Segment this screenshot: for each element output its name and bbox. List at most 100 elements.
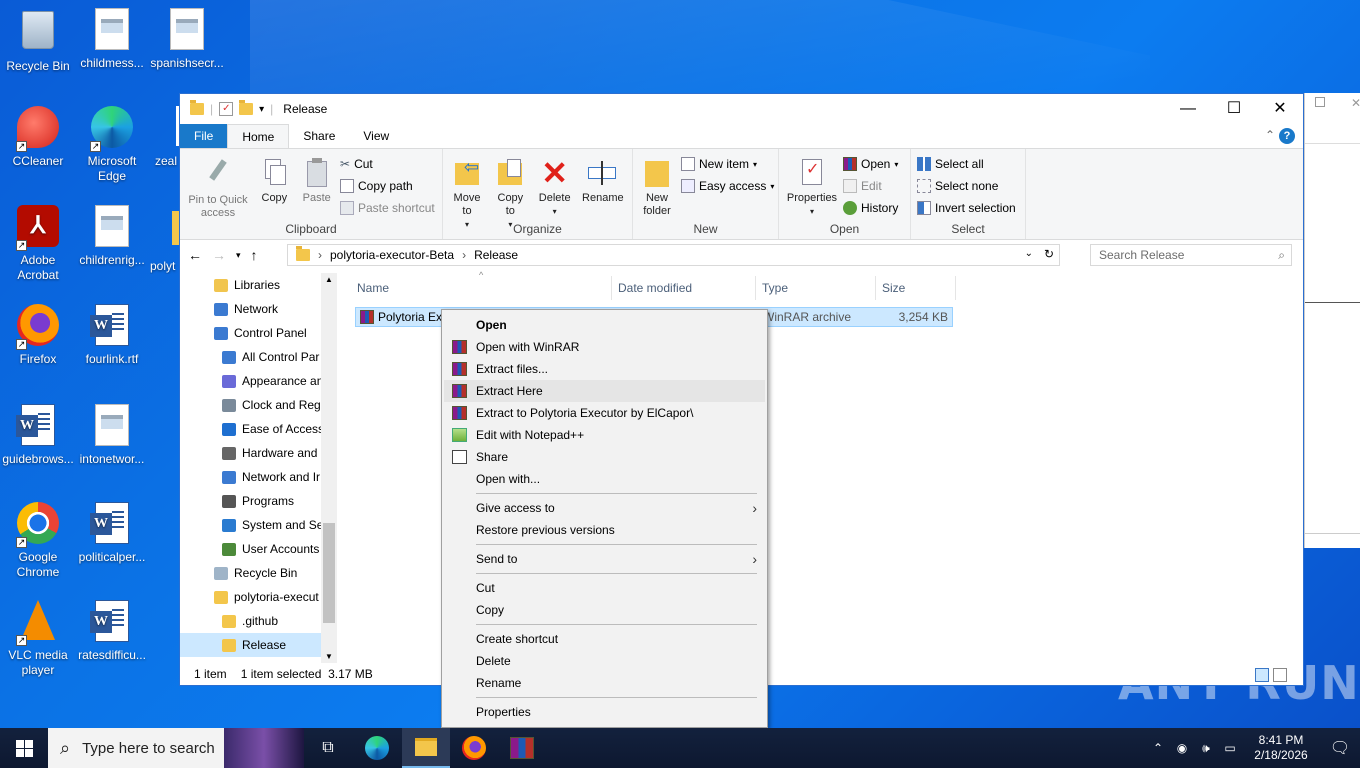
delete-button[interactable]: ✕ Delete ▾ — [534, 153, 576, 220]
tab-home[interactable]: Home — [227, 124, 290, 148]
desktop-icon-zeal[interactable]: zeal — [150, 106, 180, 169]
address-bar[interactable]: › polytoria-executor-Beta › Release ⌄ ↻ — [287, 244, 1060, 266]
nav-item[interactable]: All Control Par — [180, 345, 337, 369]
desktop-icon-recycle-bin[interactable]: Recycle Bin — [0, 8, 76, 74]
network-icon[interactable]: ▭ — [1218, 741, 1242, 755]
copy-to-button[interactable]: Copy to ▾ — [490, 153, 530, 233]
meet-now-icon[interactable]: ◉ — [1170, 741, 1194, 755]
nav-item[interactable]: Clock and Regi — [180, 393, 337, 417]
menu-item[interactable]: Copy — [442, 599, 767, 621]
easy-access-button[interactable]: Easy access ▾ — [681, 175, 777, 197]
menu-item[interactable]: Extract Here — [444, 380, 765, 402]
nav-item[interactable]: System and Sec — [180, 513, 337, 537]
new-folder-icon[interactable] — [239, 100, 254, 115]
desktop-icon-ratesdifficu[interactable]: W ratesdifficu... — [74, 600, 150, 663]
details-view-icon[interactable] — [1255, 668, 1269, 682]
back-icon[interactable]: ← — [188, 247, 202, 263]
properties-icon[interactable]: ✓ — [219, 102, 234, 116]
taskbar-firefox[interactable] — [450, 728, 498, 768]
minimize-button[interactable]: — — [1165, 94, 1211, 124]
tab-share[interactable]: Share — [289, 124, 349, 148]
breadcrumb-item[interactable]: polytoria-executor-Beta — [330, 248, 454, 262]
copy-button[interactable]: Copy — [255, 153, 293, 207]
history-button[interactable]: History — [843, 197, 911, 219]
taskbar-search-input[interactable]: ⌕ Type here to search — [48, 728, 304, 768]
desktop-icon-fourlink[interactable]: W fourlink.rtf — [74, 304, 150, 367]
desktop-icon-firefox[interactable]: ↗ Firefox — [0, 304, 76, 367]
nav-item[interactable]: Libraries — [180, 273, 337, 297]
clock[interactable]: 8:41 PM 2/18/2026 — [1242, 733, 1320, 763]
tab-file[interactable]: File — [180, 124, 228, 148]
copy-path-button[interactable]: Copy path — [340, 175, 442, 197]
tab-view[interactable]: View — [349, 124, 403, 148]
notifications-icon[interactable]: 🗨 — [1320, 738, 1360, 758]
nav-item[interactable]: .github — [180, 609, 337, 633]
menu-item[interactable]: Rename — [442, 672, 767, 694]
desktop-icon-ccleaner[interactable]: ↗ CCleaner — [0, 106, 76, 169]
forward-icon[interactable]: → — [212, 247, 226, 263]
invert-selection-button[interactable]: Invert selection — [917, 197, 1029, 219]
pin-to-quick-access-button[interactable]: Pin to Quick access — [184, 153, 252, 222]
desktop-icon-polyt[interactable]: polyt — [150, 205, 180, 274]
refresh-icon[interactable]: ↻ — [1044, 247, 1054, 261]
collapse-ribbon-icon[interactable]: ⌃ — [1265, 128, 1275, 142]
column-name[interactable]: Name — [357, 281, 389, 295]
nav-item[interactable]: Network — [180, 297, 337, 321]
taskbar-file-explorer[interactable] — [402, 728, 450, 768]
desktop-icon-politicalper[interactable]: W politicalper... — [74, 502, 150, 565]
menu-item[interactable]: Restore previous versions — [442, 519, 767, 541]
nav-item[interactable]: Programs — [180, 489, 337, 513]
menu-item[interactable]: Give access to › — [442, 497, 767, 519]
volume-icon[interactable]: 🕪 — [1194, 741, 1218, 756]
select-none-button[interactable]: Select none — [917, 175, 1029, 197]
menu-item[interactable]: Share — [442, 446, 767, 468]
menu-item[interactable]: Properties — [442, 701, 767, 723]
column-date-modified[interactable]: Date modified — [618, 281, 692, 295]
large-icons-view-icon[interactable] — [1273, 668, 1287, 682]
close-button[interactable]: ✕ — [1257, 94, 1303, 124]
nav-item[interactable]: User Accounts — [180, 537, 337, 561]
cut-button[interactable]: ✂ Cut — [340, 153, 442, 175]
start-button[interactable] — [0, 728, 48, 768]
edit-button[interactable]: Edit — [843, 175, 911, 197]
maximize-button[interactable]: ☐ — [1211, 94, 1257, 124]
taskbar-winrar[interactable] — [498, 728, 546, 768]
menu-item[interactable]: Open with WinRAR — [442, 336, 767, 358]
scroll-down-icon[interactable]: ▼ — [325, 652, 333, 661]
task-view-button[interactable]: ⧉ — [304, 728, 352, 768]
menu-item[interactable]: Edit with Notepad++ — [442, 424, 767, 446]
column-type[interactable]: Type — [762, 281, 788, 295]
nav-item[interactable]: Release — [180, 633, 337, 657]
nav-item[interactable]: Hardware and — [180, 441, 337, 465]
menu-item[interactable]: Cut — [442, 577, 767, 599]
taskbar-edge[interactable] — [352, 728, 402, 768]
desktop-icon-guidebrows[interactable]: W guidebrows... — [0, 404, 76, 467]
recent-locations-icon[interactable]: ▾ — [236, 250, 241, 261]
chevron-up-icon[interactable]: ⌃ — [1146, 741, 1170, 755]
desktop-icon-intonetwor[interactable]: intonetwor... — [74, 404, 150, 467]
up-icon[interactable]: ↑ — [251, 247, 258, 263]
properties-button[interactable]: ✓ Properties ▾ — [783, 153, 841, 220]
nav-item[interactable]: Appearance an — [180, 369, 337, 393]
nav-item[interactable]: Ease of Access — [180, 417, 337, 441]
nav-item[interactable]: Network and Ir — [180, 465, 337, 489]
help-icon[interactable]: ? — [1279, 128, 1295, 144]
column-separator[interactable] — [875, 276, 876, 300]
paste-shortcut-button[interactable]: Paste shortcut — [340, 197, 442, 219]
menu-item[interactable]: Extract files... — [442, 358, 767, 380]
desktop-icon-childmess[interactable]: childmess... — [74, 8, 150, 71]
menu-item[interactable]: Extract to Polytoria Executor by ElCapor… — [442, 402, 767, 424]
menu-item[interactable]: Open — [442, 314, 767, 336]
column-separator[interactable] — [955, 276, 956, 300]
nav-item[interactable]: Control Panel — [180, 321, 337, 345]
column-separator[interactable] — [611, 276, 612, 300]
new-folder-button[interactable]: New folder — [637, 153, 677, 220]
chevron-down-icon[interactable]: ▾ — [259, 104, 264, 115]
menu-item[interactable]: Create shortcut — [442, 628, 767, 650]
desktop-icon-chrome[interactable]: ↗ Google Chrome — [0, 502, 76, 580]
desktop-icon-acrobat[interactable]: ⅄ ↗ Adobe Acrobat — [0, 205, 76, 283]
column-separator[interactable] — [755, 276, 756, 300]
menu-item[interactable]: Delete — [442, 650, 767, 672]
desktop-icon-edge[interactable]: ↗ Microsoft Edge — [74, 106, 150, 184]
open-button[interactable]: Open ▾ — [843, 153, 911, 175]
